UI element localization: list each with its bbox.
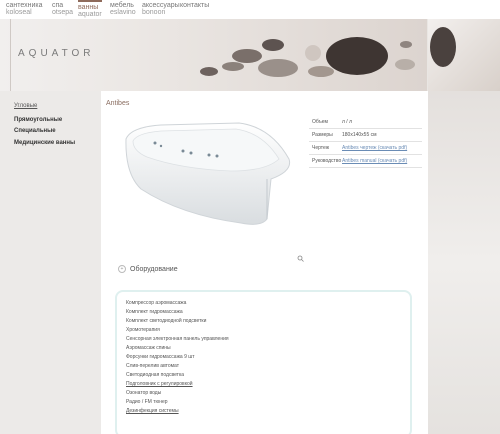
nav-item-spa[interactable]: спа otsepa bbox=[52, 2, 73, 16]
spec-label: Размеры bbox=[312, 132, 333, 138]
spec-label: Чертеж bbox=[312, 145, 330, 151]
equipment-box: Компрессор аэромассажа Комплект гидромас… bbox=[115, 290, 412, 434]
spec-label: Объем bbox=[312, 119, 328, 125]
spec-row: Объем л / л bbox=[309, 116, 422, 129]
nav-item-label: спа bbox=[52, 2, 64, 9]
category-sidebar: Угловые Прямоугольные Специальные Медици… bbox=[0, 91, 101, 434]
zoom-icon[interactable] bbox=[297, 255, 304, 262]
nav-item-sublabel: otsepa bbox=[52, 9, 74, 16]
nav-item-furniture[interactable]: мебель eslavino bbox=[110, 2, 136, 16]
nav-item-label: сантехника bbox=[6, 2, 43, 9]
nav-item-label: ванны bbox=[78, 4, 99, 11]
stone-image bbox=[222, 62, 244, 71]
spec-row: Чертеж Antibes чертеж (скачать pdf) bbox=[309, 142, 422, 155]
list-item: Слив-перелив автомат bbox=[126, 363, 180, 369]
list-item: Хромотерапия bbox=[126, 327, 160, 333]
sidebar-item-corner[interactable]: Угловые bbox=[14, 103, 37, 109]
stone-image bbox=[305, 45, 321, 61]
stone-image bbox=[200, 67, 218, 76]
stone-image bbox=[430, 27, 456, 67]
stone-image bbox=[232, 49, 262, 63]
list-item: Аэромассаж спины bbox=[126, 345, 171, 351]
list-item: Сенсорная электронная панель управления bbox=[126, 336, 229, 342]
stone-image bbox=[400, 41, 412, 48]
nav-item-label: аксессуары bbox=[142, 2, 180, 9]
main-content: Antibes Объем л / л Размеры 180x140x55 с… bbox=[101, 91, 428, 434]
banner-side bbox=[428, 19, 500, 91]
product-title: Antibes bbox=[106, 100, 130, 107]
bathtub-image bbox=[125, 122, 291, 225]
sidebar-item-special[interactable]: Специальные bbox=[14, 128, 56, 134]
product-specs-table: Объем л / л Размеры 180x140x55 см Чертеж… bbox=[309, 116, 422, 168]
list-item: Радио / FM тюнер bbox=[126, 399, 168, 405]
nav-item-contacts[interactable]: контакты bbox=[180, 2, 209, 9]
list-item-link[interactable]: Дезинфекция системы bbox=[126, 407, 229, 416]
aquator-logo[interactable]: AQUATOR bbox=[18, 48, 95, 59]
list-item: Форсунки гидромассажа 9 шт bbox=[126, 354, 195, 360]
stone-image bbox=[258, 59, 298, 77]
stone-image bbox=[308, 66, 334, 77]
nav-item-sublabel: eslavino bbox=[110, 9, 136, 16]
nav-item-sublabel: aquator bbox=[78, 11, 102, 18]
equipment-list: Компрессор аэромассажа Комплект гидромас… bbox=[126, 299, 229, 416]
list-item: Комплект светодиодной подсветки bbox=[126, 318, 207, 324]
banner-divider bbox=[10, 19, 11, 91]
spec-label: Руководство bbox=[312, 158, 342, 164]
spec-row: Руководство Antibes manual (скачать pdf) bbox=[309, 155, 422, 168]
sidebar-item-rectangular[interactable]: Прямоугольные bbox=[14, 117, 62, 123]
list-item: Озонатор воды bbox=[126, 390, 162, 396]
stone-image bbox=[262, 39, 284, 51]
list-item: Светодиодная подсветка bbox=[126, 372, 185, 378]
nav-item-label: контакты bbox=[180, 2, 210, 9]
stone-image bbox=[395, 59, 415, 70]
equipment-toggle[interactable]: + Оборудование bbox=[118, 265, 178, 273]
right-decor-panel bbox=[428, 91, 500, 434]
nav-item-label: мебель bbox=[110, 2, 134, 9]
nav-item-sublabel: bonoon bbox=[142, 9, 166, 16]
nav-item-sublabel: koloseal bbox=[6, 9, 32, 16]
sidebar-item-medical[interactable]: Медицинские ванны bbox=[14, 140, 75, 146]
list-item: Компрессор аэромассажа bbox=[126, 300, 187, 306]
stone-image bbox=[326, 37, 388, 75]
nav-item-plumbing[interactable]: сантехника koloseal bbox=[6, 2, 43, 16]
list-item: Комплект гидромассажа bbox=[126, 309, 183, 315]
list-item-link[interactable]: Подголовник с регулировкой bbox=[126, 380, 229, 389]
spec-value: 180x140x55 см bbox=[342, 132, 377, 138]
spec-row: Размеры 180x140x55 см bbox=[309, 129, 422, 142]
equipment-header: Оборудование bbox=[130, 265, 178, 273]
manual-download-link[interactable]: Antibes manual (скачать pdf) bbox=[342, 158, 422, 164]
spec-value: л / л bbox=[342, 119, 353, 125]
top-navigation: сантехника koloseal спа otsepa ванны aqu… bbox=[0, 0, 500, 19]
nav-item-baths[interactable]: ванны aquator bbox=[78, 0, 102, 18]
plus-icon: + bbox=[118, 265, 126, 273]
nav-item-accessories[interactable]: аксессуары bonoon bbox=[142, 2, 180, 16]
drawing-download-link[interactable]: Antibes чертеж (скачать pdf) bbox=[342, 145, 422, 151]
